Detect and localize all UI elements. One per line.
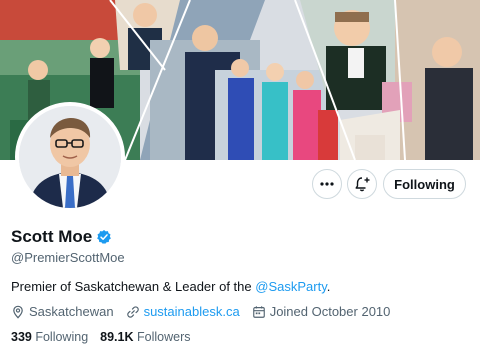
joined-item: Joined October 2010 bbox=[252, 304, 391, 319]
notifications-button[interactable] bbox=[347, 169, 377, 199]
follow-stats: 339 Following 89.1K Followers bbox=[11, 330, 203, 344]
avatar-image bbox=[19, 106, 121, 208]
calendar-icon bbox=[252, 305, 265, 318]
website-link[interactable]: sustainablesk.ca bbox=[144, 304, 240, 319]
display-name: Scott Moe bbox=[11, 227, 93, 246]
location-pin-icon bbox=[13, 305, 23, 319]
bell-plus-icon bbox=[355, 177, 370, 192]
following-button[interactable]: Following bbox=[383, 169, 466, 199]
more-options-button[interactable] bbox=[312, 169, 342, 199]
location-item: Saskatchewan bbox=[11, 304, 114, 319]
avatar[interactable] bbox=[15, 102, 125, 212]
following-stat[interactable]: 339 Following bbox=[11, 330, 88, 344]
followers-label: Followers bbox=[137, 330, 191, 344]
profile-bio: Premier of Saskatchewan & Leader of the … bbox=[11, 279, 330, 294]
bio-mention-link[interactable]: @SaskParty bbox=[255, 279, 326, 294]
profile-meta: Saskatchewan sustainablesk.ca Joined Oct… bbox=[11, 304, 402, 319]
location-text: Saskatchewan bbox=[29, 304, 114, 319]
user-handle: @PremierScottMoe bbox=[11, 250, 125, 265]
bio-end: . bbox=[326, 279, 331, 294]
website-item: sustainablesk.ca bbox=[126, 304, 240, 319]
joined-date: Joined October 2010 bbox=[269, 304, 391, 319]
following-label: Following bbox=[35, 330, 89, 344]
bio-text: Premier of Saskatchewan & Leader of the bbox=[11, 279, 256, 294]
followers-count: 89.1K bbox=[100, 330, 134, 344]
following-count: 339 bbox=[11, 330, 32, 344]
more-icon bbox=[320, 182, 334, 186]
followers-stat[interactable]: 89.1K Followers bbox=[100, 330, 190, 344]
display-name-row: Scott Moe bbox=[11, 227, 112, 247]
link-icon bbox=[126, 305, 139, 318]
verified-badge-icon[interactable] bbox=[96, 229, 112, 245]
